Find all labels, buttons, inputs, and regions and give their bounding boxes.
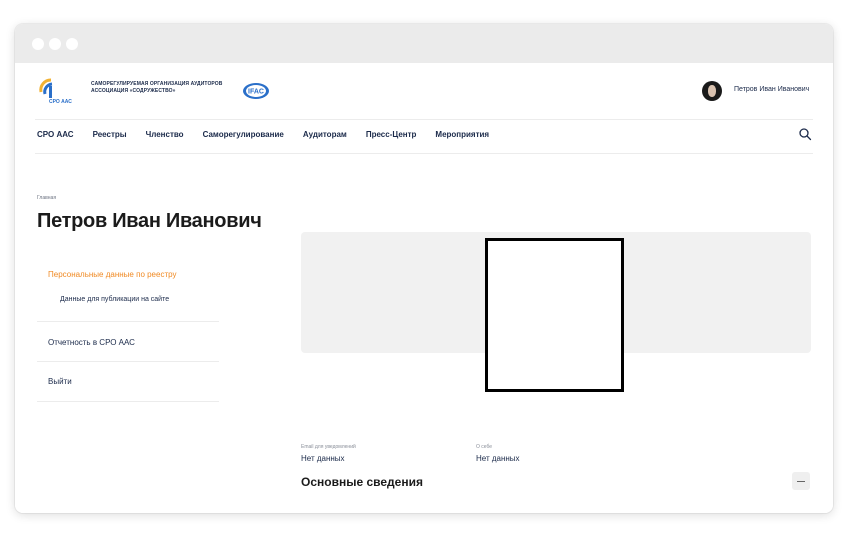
side-menu-publication-data[interactable]: Данные для публикации на сайте (60, 296, 169, 303)
header-divider (35, 119, 813, 120)
ifac-logo[interactable]: IFAC (242, 82, 270, 100)
nav-item-membership[interactable]: Членство (146, 129, 184, 141)
about-label: О себе (476, 444, 493, 450)
browser-window: СРО ААС Саморегулируемая организация ауд… (15, 24, 833, 513)
nav-item-sro-aas[interactable]: СРО ААС (37, 129, 74, 141)
window-minimize-dot[interactable] (49, 38, 61, 50)
collapse-button[interactable] (792, 472, 810, 490)
nav-item-self-regulation[interactable]: Саморегулирование (203, 129, 284, 141)
org-name: Саморегулируемая организация аудиторов А… (91, 81, 223, 94)
nav-divider (35, 153, 813, 154)
side-menu-reports[interactable]: Отчетность в СРО ААС (48, 338, 135, 347)
email-label: Email для уведомлений (301, 444, 356, 450)
nav-item-events[interactable]: Мероприятия (435, 129, 489, 141)
window-titlebar (15, 24, 833, 63)
side-menu-personal-data[interactable]: Персональные данные по реестру (48, 270, 176, 279)
logo-text: СРО ААС (49, 99, 72, 105)
side-menu-divider (37, 401, 219, 402)
user-name-link[interactable]: Петров Иван Иванович (734, 86, 809, 93)
ifac-text: IFAC (248, 89, 264, 96)
minus-icon (797, 480, 805, 482)
window-maximize-dot[interactable] (66, 38, 78, 50)
about-value: Нет данных (476, 454, 520, 463)
nav-item-auditors[interactable]: Аудиторам (303, 129, 347, 141)
page-content: СРО ААС Саморегулируемая организация ауд… (15, 63, 833, 513)
main-nav: СРО ААС Реестры Членство Саморегулирован… (37, 129, 508, 141)
nav-item-press-center[interactable]: Пресс-Центр (366, 129, 417, 141)
side-menu-divider (37, 361, 219, 362)
section-title-main-info: Основные сведения (301, 475, 423, 489)
user-avatar[interactable] (702, 81, 722, 101)
nav-item-registries[interactable]: Реестры (93, 129, 127, 141)
email-value: Нет данных (301, 454, 345, 463)
sro-aas-logo[interactable]: СРО ААС (35, 76, 75, 108)
profile-photo-placeholder[interactable] (485, 238, 624, 392)
search-icon[interactable] (798, 127, 812, 141)
window-close-dot[interactable] (32, 38, 44, 50)
page-title: Петров Иван Иванович (37, 210, 262, 232)
side-menu-logout[interactable]: Выйти (48, 377, 72, 386)
breadcrumb-home[interactable]: Главная (37, 195, 56, 201)
side-menu-divider (37, 321, 219, 322)
